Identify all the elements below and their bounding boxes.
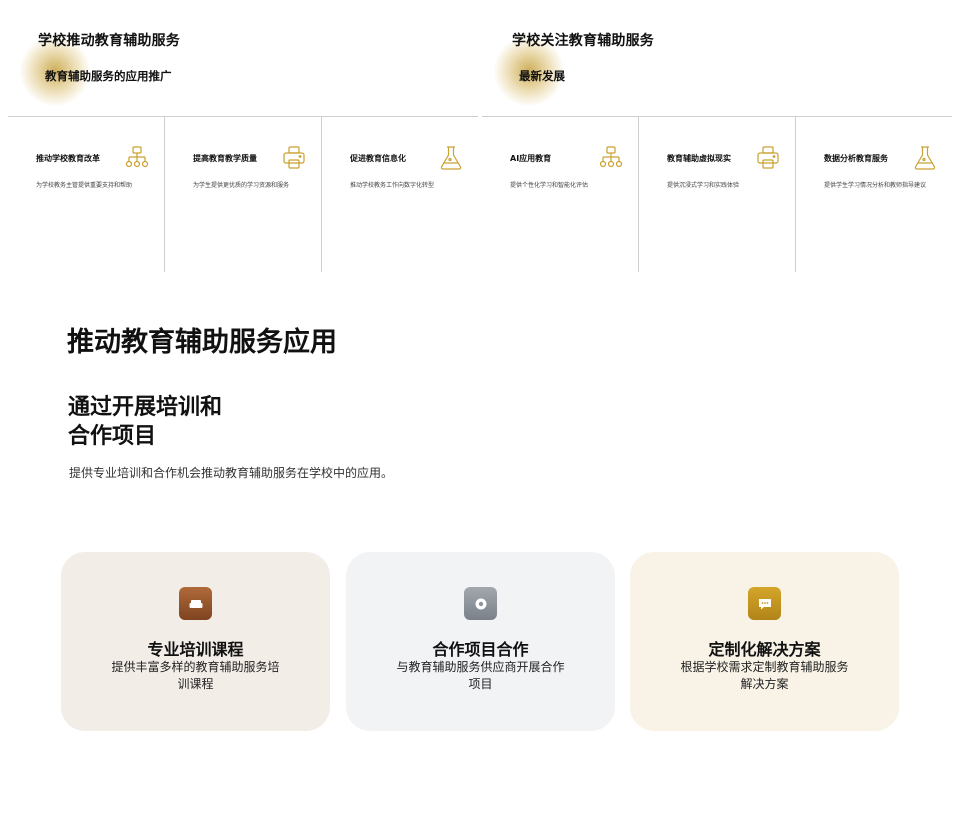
column-item: 数据分析教育服务 提供学生学习情况分析和教师指导建议 <box>796 117 952 272</box>
column-item: 促进教育信息化 推动学校教务工作向数字化转型 <box>322 117 478 272</box>
column-desc: 为学校教务主管提供重要支持和帮助 <box>36 182 133 189</box>
hierarchy-icon <box>599 146 623 168</box>
card-badge <box>748 587 781 620</box>
column-desc: 提供学生学习情况分析和教师指导建议 <box>824 182 927 189</box>
column-title: 推动学校教育改革 <box>36 154 100 163</box>
panel-subtitle: 教育辅助服务的应用推广 <box>45 69 172 83</box>
card-badge <box>179 587 212 620</box>
flask-icon <box>914 146 936 170</box>
card-title: 定制化解决方案 <box>708 640 821 659</box>
column-item: 推动学校教育改革 为学校教务主管提供重要支持和帮助 <box>8 117 165 272</box>
card-custom-solution: 定制化解决方案 根据学校需求定制教育辅助服务解决方案 <box>630 552 899 731</box>
panel-subtitle: 最新发展 <box>519 69 565 83</box>
flask-icon <box>440 146 462 170</box>
column-title: 促进教育信息化 <box>350 154 406 163</box>
panel-columns: AI应用教育 提供个性化学习和智能化评估 教育辅助虚拟现实 提供沉浸式学习和实践… <box>482 117 952 272</box>
heading-line: 通过开展培训和 <box>68 395 223 420</box>
column-item: AI应用教育 提供个性化学习和智能化评估 <box>482 117 639 272</box>
panel-latest-development: 学校关注教育辅助服务 最新发展 AI应用教育 提供个性化学习和智能化评估 教育辅… <box>482 0 952 272</box>
card-text: 根据学校需求定制教育辅助服务解决方案 <box>680 660 849 691</box>
card-title: 专业培训课程 <box>147 640 244 659</box>
card-text: 提供丰富多样的教育辅助服务培训课程 <box>111 660 280 691</box>
column-desc: 提供个性化学习和智能化评估 <box>510 182 589 189</box>
card-text: 与教育辅助服务供应商开展合作项目 <box>396 660 565 691</box>
printer-icon <box>283 146 305 169</box>
panel-columns: 推动学校教育改革 为学校教务主管提供重要支持和帮助 提高教育教学质量 为学生提供… <box>8 117 478 272</box>
hierarchy-icon <box>125 146 149 168</box>
section-heading: 通过开展培训和 合作项目 <box>68 393 328 451</box>
column-title: AI应用教育 <box>510 154 552 163</box>
panel-title: 学校关注教育辅助服务 <box>512 33 654 49</box>
printer-icon <box>757 146 779 169</box>
column-title: 教育辅助虚拟现实 <box>667 154 731 163</box>
column-item: 提高教育教学质量 为学生提供更优质的学习资源和服务 <box>165 117 322 272</box>
sofa-icon <box>189 599 202 608</box>
section-description: 提供专业培训和合作机会推动教育辅助服务在学校中的应用。 <box>69 466 394 480</box>
chat-icon <box>758 598 771 609</box>
column-desc: 为学生提供更优质的学习资源和服务 <box>193 182 290 189</box>
card-title: 合作项目合作 <box>432 640 529 659</box>
column-title: 数据分析教育服务 <box>824 154 888 163</box>
column-desc: 推动学校教务工作向数字化转型 <box>350 182 435 189</box>
column-item: 教育辅助虚拟现实 提供沉浸式学习和实践体验 <box>639 117 796 272</box>
card-badge <box>464 587 497 620</box>
panel-title: 学校推动教育辅助服务 <box>38 33 180 49</box>
target-icon <box>475 598 486 609</box>
panel-school-promote: 学校推动教育辅助服务 教育辅助服务的应用推广 推动学校教育改革 为学校教务主管提… <box>8 0 478 272</box>
card-cooperation-project: 合作项目合作 与教育辅助服务供应商开展合作项目 <box>346 552 615 731</box>
column-title: 提高教育教学质量 <box>193 154 257 163</box>
column-desc: 提供沉浸式学习和实践体验 <box>667 182 740 189</box>
card-training-course: 专业培训课程 提供丰富多样的教育辅助服务培训课程 <box>61 552 330 731</box>
heading-line: 合作项目 <box>68 424 157 449</box>
page-title: 推动教育辅助服务应用 <box>67 327 337 358</box>
